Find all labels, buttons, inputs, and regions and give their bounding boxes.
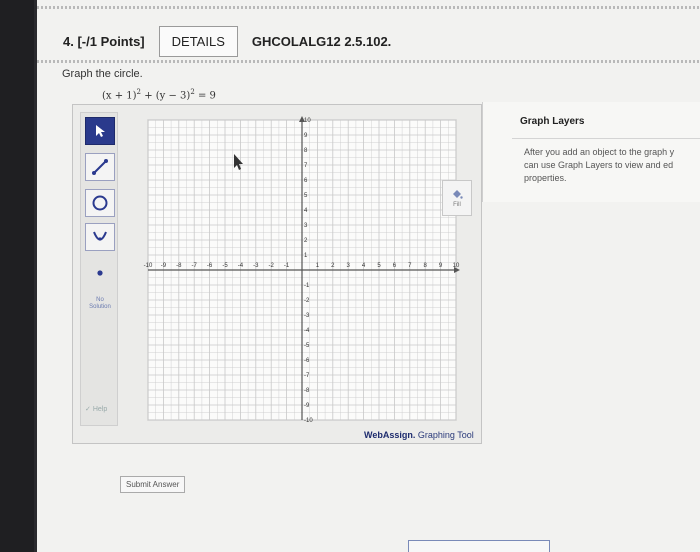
help-button[interactable]: ✓ Help: [85, 405, 107, 413]
x-tick-label: -6: [207, 263, 213, 269]
y-tick-label: -3: [304, 313, 310, 319]
line-tool[interactable]: [85, 153, 115, 181]
point-icon: [97, 270, 103, 276]
no-solution-button[interactable]: No Solution: [85, 297, 115, 311]
pointer-tool[interactable]: [85, 117, 115, 145]
circle-icon: [92, 195, 108, 211]
x-tick-label: -8: [176, 263, 182, 269]
fill-button[interactable]: Fill: [442, 180, 472, 216]
pointer-icon: [96, 125, 105, 137]
x-tick-label: -2: [269, 263, 275, 269]
top-divider: [37, 6, 700, 9]
graph-layers-title: Graph Layers: [520, 116, 585, 127]
coordinate-graph[interactable]: -10 -9 -8 -7 -6 -5 -4 -3 -2 -1 1 2 3 4 5 6 7 8 9 1010987654…: [116, 110, 466, 432]
x-tick-label: -9: [161, 263, 167, 269]
y-tick-label: 10: [304, 118, 311, 124]
graph-layers-help-text: After you add an object to the graph y c…: [524, 147, 675, 183]
x-tick-label: -7: [192, 263, 198, 269]
x-tick-label: 10: [453, 263, 460, 269]
graph-layers-divider: [512, 138, 700, 139]
question-number: 4. [-/1 Points]: [63, 33, 145, 49]
x-tick-label: -5: [222, 263, 228, 269]
y-tick-label: -1: [304, 283, 310, 289]
parabola-icon: [93, 231, 107, 241]
graph-toolbar: No Solution ✓ Help: [80, 112, 118, 426]
x-tick-label: -1: [284, 263, 290, 269]
line-segment-icon: [92, 159, 108, 175]
x-tick-label: -10: [144, 263, 153, 269]
y-tick-label: -6: [304, 358, 310, 364]
submit-answer-button[interactable]: Submit Answer: [120, 476, 186, 493]
fill-label: Fill: [453, 202, 461, 208]
y-tick-label: -4: [304, 328, 310, 334]
paint-bucket-icon: [453, 190, 463, 199]
question-code: GHCOLALG12 2.5.102.: [251, 33, 392, 49]
x-tick-label: -3: [253, 263, 259, 269]
question-prompt: Graph the circle.: [62, 68, 143, 80]
details-button[interactable]: DETAILS: [158, 25, 238, 57]
bottom-panel-tab[interactable]: [408, 540, 550, 552]
y-tick-label: -7: [304, 373, 310, 379]
header-divider: [37, 60, 700, 63]
help-icon: ✓: [85, 406, 91, 413]
y-tick-label: -8: [304, 388, 310, 394]
webassign-brand: WebAssign. Graphing Tool: [364, 430, 474, 440]
circle-tool[interactable]: [85, 189, 115, 217]
y-tick-label: -9: [304, 403, 310, 409]
y-tick-label: -2: [304, 298, 310, 304]
x-tick-label: -4: [238, 263, 244, 269]
parabola-tool[interactable]: [85, 223, 115, 251]
y-tick-label: -5: [304, 343, 310, 349]
question-header: 4. [-/1 Points] DETAILS GHCOLALG12 2.5.1…: [37, 22, 700, 60]
circle-equation: (x + 1)2 + (y − 3)2 = 9: [102, 88, 216, 102]
point-tool[interactable]: [85, 259, 115, 287]
y-tick-label: -10: [304, 418, 313, 424]
